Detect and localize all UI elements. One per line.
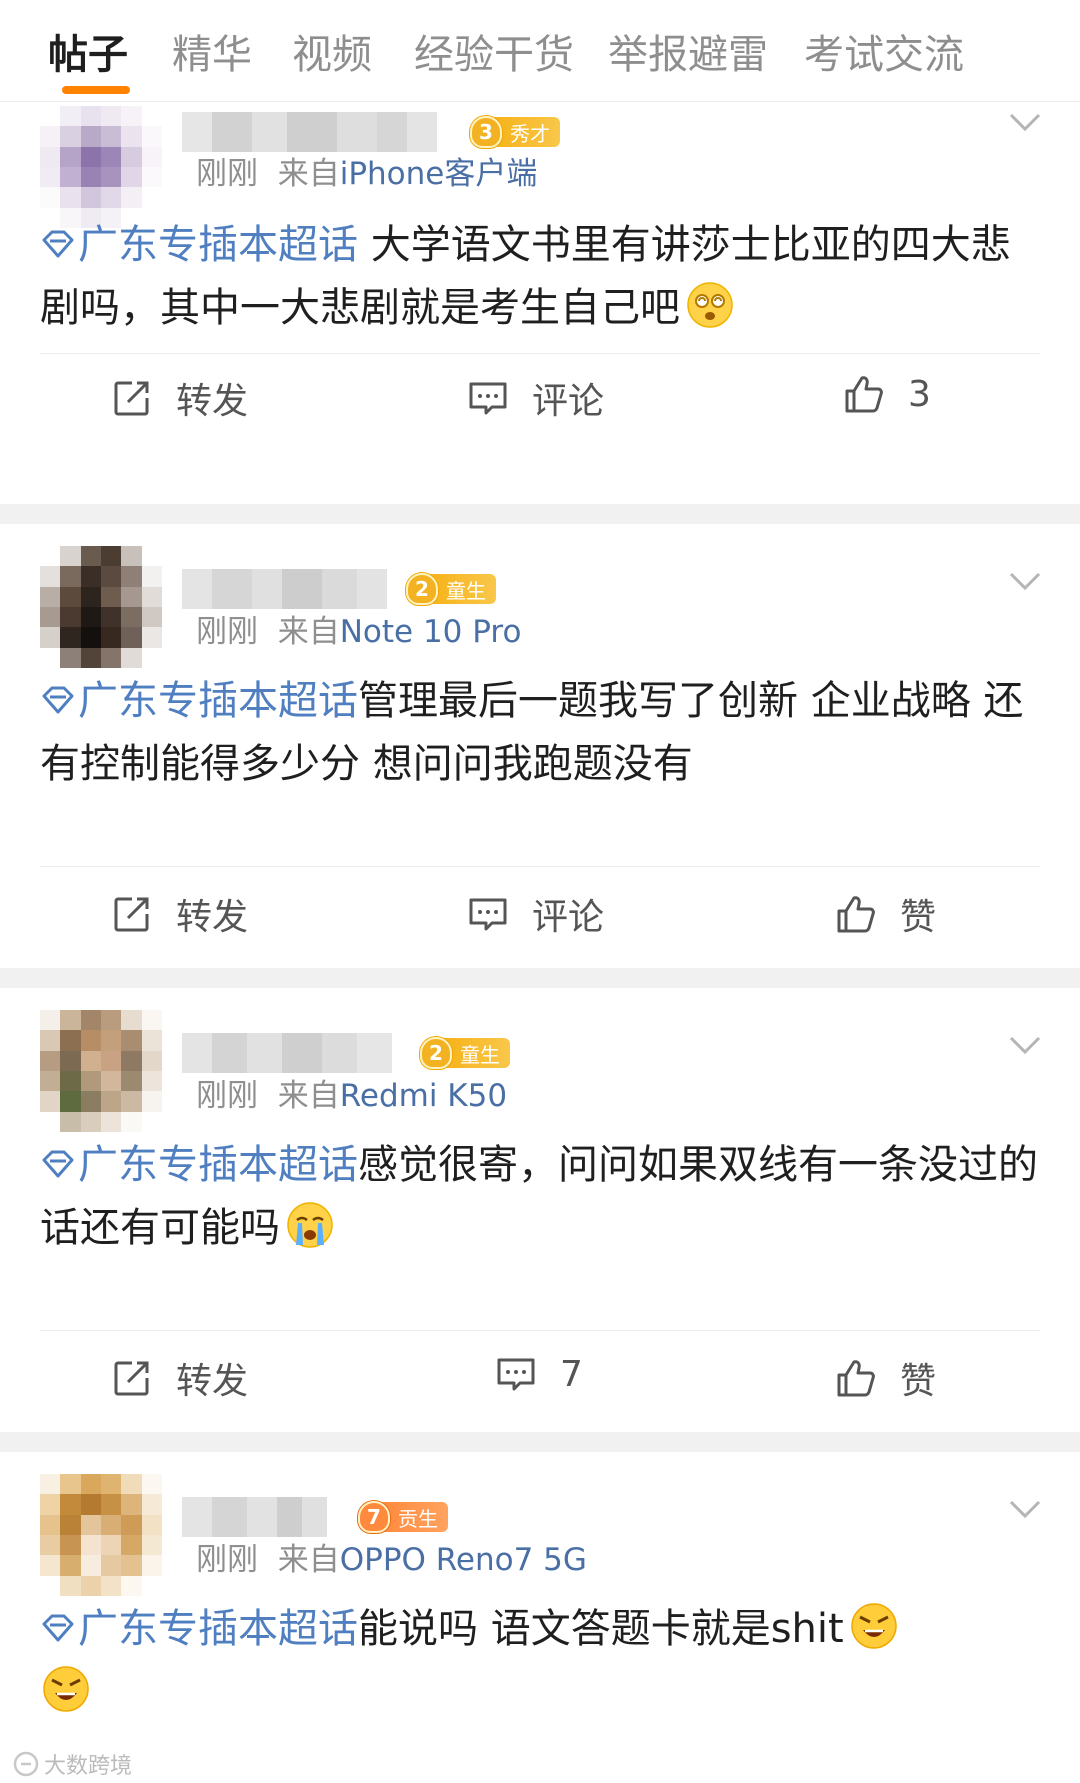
post-meta: 刚刚 来自OPPO Reno7 5G — [196, 1542, 587, 1578]
post-separator — [0, 1432, 1080, 1452]
user-level-badge: 3 秀才 — [470, 115, 560, 149]
post-separator — [0, 504, 1080, 524]
crying-face-emoji — [287, 1202, 333, 1248]
repost-icon — [110, 376, 154, 420]
tab-exam-talk[interactable]: 考试交流 — [804, 22, 964, 80]
angry-face-emoji — [850, 1603, 897, 1649]
post-card[interactable]: 2 童生 刚刚 来自Redmi K50 广东专插本超话感觉很寄，问问如果双线有一… — [0, 988, 1080, 1432]
username-blurred[interactable] — [182, 112, 437, 152]
topic-link[interactable]: 广东专插本超话 — [40, 1142, 358, 1188]
post-separator — [0, 968, 1080, 988]
tab-bar: 帖子 精华 视频 经验干货 举报避雷 考试交流 — [0, 0, 1080, 102]
post-content[interactable]: 广东专插本超话能说吗 语文答题卡就是shit — [40, 1598, 1040, 1724]
comment-icon — [494, 1352, 538, 1396]
avatar[interactable] — [40, 546, 162, 668]
post-content[interactable]: 广东专插本超话感觉很寄，问问如果双线有一条没过的话还有可能吗 — [40, 1134, 1040, 1260]
thumbs-up-icon — [834, 1356, 878, 1400]
user-level-badge: 7 贡生 — [358, 1500, 448, 1534]
chevron-down-icon[interactable] — [1008, 564, 1042, 598]
post-meta: 刚刚 来自iPhone客户端 — [196, 156, 538, 192]
supertopic-icon — [40, 226, 76, 262]
comment-button[interactable]: 评论 — [466, 888, 604, 940]
chevron-down-icon[interactable] — [1008, 1492, 1042, 1526]
post-meta: 刚刚 来自Redmi K50 — [196, 1078, 508, 1114]
supertopic-icon — [40, 682, 76, 718]
topic-link[interactable]: 广东专插本超话 — [40, 1606, 358, 1652]
tab-report[interactable]: 举报避雷 — [608, 22, 768, 80]
watermark-logo-icon — [13, 1751, 39, 1777]
username-blurred[interactable] — [182, 1497, 327, 1537]
post-card[interactable]: 7 贡生 刚刚 来自OPPO Reno7 5G 广东专插本超话能说吗 语文答题卡… — [0, 1452, 1080, 1783]
tab-posts[interactable]: 帖子 — [48, 22, 128, 80]
avatar[interactable] — [40, 106, 162, 228]
username-blurred[interactable] — [182, 1033, 392, 1073]
username-blurred[interactable] — [182, 569, 387, 609]
divider — [40, 1330, 1040, 1331]
repost-icon — [110, 1356, 154, 1400]
watermark: 大数跨境 — [12, 1748, 132, 1780]
divider — [40, 866, 1040, 867]
user-level-badge: 2 童生 — [406, 572, 496, 606]
thumbs-up-icon — [834, 892, 878, 936]
tab-experience[interactable]: 经验干货 — [414, 22, 574, 80]
like-button[interactable]: 3 — [842, 372, 931, 416]
post-card[interactable]: 2 童生 刚刚 来自Note 10 Pro 广东专插本超话管理最后一题我写了创新… — [0, 524, 1080, 968]
post-content[interactable]: 广东专插本超话 大学语文书里有讲莎士比亚的四大悲剧吗，其中一大悲剧就是考生自己吧 — [40, 214, 1040, 340]
divider — [40, 353, 1040, 354]
repost-icon — [110, 892, 154, 936]
thumbs-up-icon — [842, 372, 886, 416]
like-button[interactable]: 赞 — [834, 888, 936, 940]
avatar[interactable] — [40, 1474, 162, 1596]
post-card[interactable]: 3 秀才 刚刚 来自iPhone客户端 广东专插本超话 大学语文书里有讲莎士比亚… — [0, 102, 1080, 440]
supertopic-icon — [40, 1146, 76, 1182]
post-source: OPPO Reno7 5G — [339, 1542, 587, 1578]
post-source: Redmi K50 — [339, 1078, 508, 1114]
active-tab-indicator — [62, 86, 130, 94]
chevron-down-icon[interactable] — [1008, 1028, 1042, 1062]
comment-button[interactable]: 评论 — [466, 372, 604, 424]
post-text: 能说吗 语文答题卡就是shit — [358, 1606, 844, 1652]
user-level-badge: 2 童生 — [420, 1036, 510, 1070]
supertopic-icon — [40, 1610, 76, 1646]
topic-link[interactable]: 广东专插本超话 — [40, 678, 358, 724]
like-button[interactable]: 赞 — [834, 1352, 936, 1404]
tab-featured[interactable]: 精华 — [172, 22, 252, 80]
chevron-down-icon[interactable] — [1008, 105, 1042, 139]
post-source: Note 10 Pro — [339, 614, 522, 650]
repost-button[interactable]: 转发 — [110, 888, 248, 940]
comment-icon — [466, 376, 510, 420]
comment-button[interactable]: 7 — [494, 1352, 583, 1396]
post-source: iPhone客户端 — [339, 156, 538, 192]
comment-icon — [466, 892, 510, 936]
angry-face-emoji — [43, 1666, 89, 1712]
avatar[interactable] — [40, 1010, 162, 1132]
post-meta: 刚刚 来自Note 10 Pro — [196, 614, 522, 650]
dizzy-face-emoji — [687, 282, 733, 328]
tab-videos[interactable]: 视频 — [292, 22, 372, 80]
post-content[interactable]: 广东专插本超话管理最后一题我写了创新 企业战略 还有控制能得多少分 想问问我跑题… — [40, 670, 1040, 796]
topic-link[interactable]: 广东专插本超话 — [40, 222, 358, 268]
repost-button[interactable]: 转发 — [110, 1352, 248, 1404]
repost-button[interactable]: 转发 — [110, 372, 248, 424]
